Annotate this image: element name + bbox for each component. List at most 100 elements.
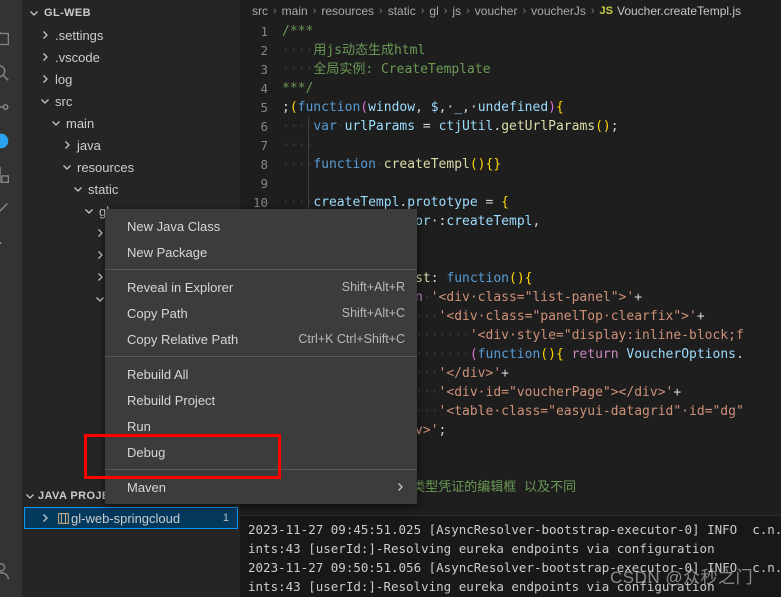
breadcrumb-file-name[interactable]: Voucher.createTempl.js	[617, 4, 741, 18]
menu-item-copy-relative-path[interactable]: Copy Relative Path Ctrl+K Ctrl+Shift+C	[105, 326, 417, 352]
breadcrumb-segment[interactable]: js	[452, 4, 461, 18]
js-file-icon: JS	[599, 5, 613, 17]
tree-item-label: log	[55, 71, 73, 87]
code-line: 2 ····用js动态生成html	[240, 41, 781, 60]
account-icon[interactable]	[0, 560, 12, 582]
line-number: 1	[260, 24, 268, 39]
chevron-down-icon	[70, 181, 86, 197]
breadcrumb-separator-icon: ›	[443, 5, 448, 17]
breadcrumb-segment[interactable]: main	[282, 4, 308, 18]
menu-item-label: Reveal in Explorer	[127, 279, 234, 295]
chevron-right-icon	[37, 49, 53, 65]
source-control-icon[interactable]	[0, 96, 12, 118]
menu-item-label: Copy Relative Path	[127, 331, 239, 347]
extensions-icon[interactable]	[0, 164, 12, 186]
terminal-output[interactable]: 2023-11-27 09:45:51.025 [AsyncResolver-b…	[240, 515, 781, 597]
chevron-down-icon	[81, 203, 97, 219]
menu-item-shortcut: Shift+Alt+R	[341, 280, 405, 294]
tree-item-log[interactable]: log	[22, 68, 240, 90]
line-number: 7	[260, 138, 268, 153]
code-text: ····全局实例: CreateTemplate	[282, 62, 491, 77]
line-number: 9	[260, 176, 268, 191]
menu-item-maven[interactable]: Maven	[105, 474, 417, 500]
breadcrumb-segment[interactable]: gl	[429, 4, 438, 18]
tree-item-label: main	[66, 115, 95, 131]
tree-item-main[interactable]: main	[22, 112, 240, 134]
code-line: 6 ····var·urlParams = ctjUtil.getUrlParam…	[240, 117, 781, 136]
line-number: 5	[260, 100, 268, 115]
tree-item-settings[interactable]: .settings	[22, 24, 240, 46]
menu-item-shortcut: Shift+Alt+C	[341, 306, 405, 320]
tree-item-label: src	[55, 93, 73, 109]
tree-item-label: resources	[77, 159, 135, 175]
breadcrumb-separator-icon: ›	[273, 5, 277, 17]
breadcrumb-segment[interactable]: static	[388, 4, 416, 18]
menu-separator	[105, 356, 417, 357]
chevron-right-icon	[395, 482, 405, 492]
terminal-line: 2023-11-27 09:45:51.025 [AsyncResolver-b…	[248, 522, 781, 537]
tree-item-label: GL-WEB	[44, 7, 92, 19]
tree-item-resources[interactable]: resources	[22, 156, 240, 178]
context-menu[interactable]: New Java Class New Package Reveal in Explo…	[105, 209, 417, 504]
run-debug-icon[interactable]	[0, 130, 12, 152]
menu-item-debug[interactable]: Debug	[105, 439, 417, 465]
menu-item-copy-path[interactable]: Copy Path Shift+Alt+C	[105, 300, 417, 326]
breadcrumb-segment[interactable]: resources	[321, 4, 374, 18]
tree-item-label: .settings	[55, 27, 104, 43]
menu-item-run[interactable]: Run	[105, 413, 417, 439]
tree-item-label: java	[77, 137, 101, 153]
menu-separator	[105, 269, 417, 270]
breadcrumb-segment[interactable]: voucherJs	[531, 4, 586, 18]
code-line: 7 ····	[240, 136, 781, 155]
menu-item-shortcut: Ctrl+K Ctrl+Shift+C	[298, 332, 405, 346]
breadcrumb-separator-icon: ›	[379, 5, 383, 17]
chevron-down-icon	[59, 159, 75, 175]
java-project-item[interactable]: gl-web-springcloud 1	[24, 507, 238, 529]
menu-item-rebuild-all[interactable]: Rebuild All	[105, 361, 417, 387]
tree-item-label: static	[88, 181, 119, 197]
explorer-icon[interactable]	[0, 28, 12, 50]
code-text: ····function·createTempl(){}	[282, 157, 502, 172]
breadcrumb-segment[interactable]: src	[252, 4, 268, 18]
breadcrumb-separator-icon: ›	[312, 5, 317, 17]
activity-bar	[0, 0, 22, 597]
terminal-line: ints:43 [userId:]-Resolving eureka endpo…	[248, 541, 715, 556]
chevron-down-icon	[22, 488, 38, 504]
tree-item-static[interactable]: static	[22, 178, 240, 200]
chevron-right-icon	[37, 27, 53, 43]
java-project-label: gl-web-springcloud	[71, 510, 181, 526]
menu-item-label: New Package	[127, 244, 208, 260]
menu-item-reveal-in-explorer[interactable]: Reveal in Explorer Shift+Alt+R	[105, 274, 417, 300]
menu-item-new-package[interactable]: New Package	[105, 239, 417, 265]
menu-item-rebuild-project[interactable]: Rebuild Project	[105, 387, 417, 413]
code-line: 5 ;(function(window, $,·_,·undefined){	[240, 98, 781, 117]
code-line: 3 ····全局实例: CreateTemplate	[240, 60, 781, 79]
menu-item-label: Rebuild All	[127, 366, 189, 382]
code-text: ***/	[282, 81, 314, 96]
menu-item-new-java-class[interactable]: New Java Class	[105, 213, 417, 239]
remote-icon[interactable]	[0, 232, 12, 254]
java-project-badge: 1	[222, 512, 229, 524]
chevron-right-icon	[59, 137, 75, 153]
tree-item-vscode[interactable]: .vscode	[22, 46, 240, 68]
breadcrumb-separator-icon: ›	[466, 5, 470, 17]
menu-item-label: Maven	[127, 479, 167, 495]
testing-icon[interactable]	[0, 198, 12, 220]
tree-item-src[interactable]: src	[22, 90, 240, 112]
breadcrumb[interactable]: src › main › resources › static › gl › js › voucher ›…	[240, 0, 781, 22]
chevron-right-icon	[37, 71, 53, 87]
code-line: 4 ***/	[240, 79, 781, 98]
java-projects-header-label: JAVA PROJE	[38, 490, 110, 502]
chevron-down-icon	[26, 5, 42, 21]
code-text: ;(function(window, $,·_,·undefined){	[282, 100, 564, 115]
code-text: ····var·urlParams = ctjUtil.getUrlParams…	[282, 119, 619, 134]
breadcrumb-segment[interactable]: voucher	[475, 4, 518, 18]
search-icon[interactable]	[0, 62, 12, 84]
line-number: 4	[260, 81, 268, 96]
code-text: ····	[282, 138, 314, 153]
tree-item-GLWEB[interactable]: GL-WEB	[22, 2, 240, 24]
line-number: 8	[260, 157, 268, 172]
menu-item-label: Copy Path	[127, 305, 188, 321]
chevron-right-icon	[37, 510, 53, 526]
tree-item-java[interactable]: java	[22, 134, 240, 156]
